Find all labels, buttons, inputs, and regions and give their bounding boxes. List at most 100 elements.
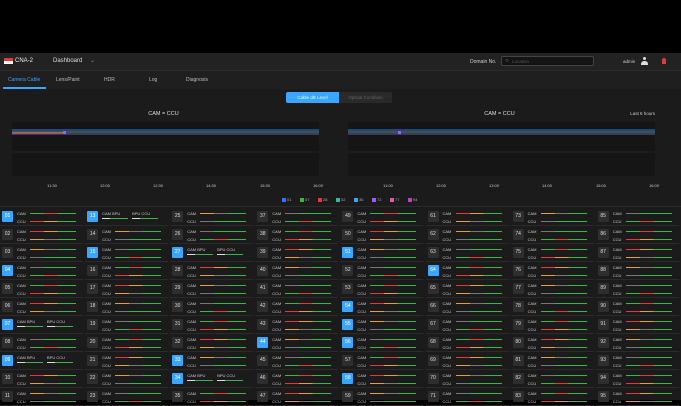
camera-cell[interactable]: 71 CAM CCU [425,389,509,406]
camera-number-badge[interactable]: 40 [257,265,269,276]
user-icon[interactable] [641,57,648,65]
camera-number-badge[interactable]: 54 [342,301,354,312]
legend-item[interactable]: 01 [282,197,291,202]
camera-cell[interactable]: 01 CAM CCU [0,209,84,226]
camera-number-badge[interactable]: 28 [172,265,184,276]
camera-number-badge[interactable]: 47 [257,391,269,402]
domain-search-input[interactable]: ○ Location [501,56,594,66]
camera-cell[interactable]: 41 CAM CCU [255,281,339,298]
chevron-down-icon[interactable]: ⌄ [90,57,95,64]
camera-cell[interactable]: 82 CAM CCU [510,371,594,388]
camera-cell[interactable]: 80 CAM CCU [510,335,594,352]
legend-item[interactable]: 32 [336,197,345,202]
camera-number-badge[interactable]: 19 [87,319,99,330]
camera-number-badge[interactable]: 73 [512,211,524,222]
camera-number-badge[interactable]: 92 [597,337,609,348]
camera-number-badge[interactable]: 80 [512,337,524,348]
camera-number-badge[interactable]: 04 [2,265,13,276]
camera-cell[interactable]: 63 CAM CCU [425,245,509,262]
legend-item[interactable]: 94 [408,197,417,202]
camera-number-badge[interactable]: 79 [512,319,524,330]
camera-number-badge[interactable]: 07 [2,319,13,330]
camera-number-badge[interactable]: 21 [87,355,99,366]
camera-number-badge[interactable]: 06 [2,301,13,312]
camera-number-badge[interactable]: 14 [87,229,99,240]
camera-cell[interactable]: 29 CAM CCU [170,281,254,298]
camera-number-badge[interactable]: 09 [2,355,13,366]
camera-number-badge[interactable]: 93 [597,355,609,366]
camera-cell[interactable]: 46 CAM CCU [255,371,339,388]
camera-number-badge[interactable]: 86 [597,229,609,240]
camera-number-badge[interactable]: 63 [427,247,439,258]
toggle-cable-db[interactable]: Cable dB Level [286,92,339,103]
camera-cell[interactable]: 10 CAM CCU [0,371,84,388]
camera-cell[interactable]: 56 CAM CCU [340,335,424,352]
camera-cell[interactable]: 62 CAM CCU [425,227,509,244]
camera-number-badge[interactable]: 57 [342,355,354,366]
camera-cell[interactable]: 32 CAM CCU [170,335,254,352]
camera-cell[interactable]: 27 CAM BPU BPU CCU [170,245,254,262]
camera-number-badge[interactable]: 88 [597,265,609,276]
camera-cell[interactable]: 25 CAM CCU [170,209,254,226]
camera-cell[interactable]: 92 CAM CCU [595,335,679,352]
legend-item[interactable]: 77 [390,197,399,202]
camera-cell[interactable]: 55 CAM CCU [340,317,424,334]
camera-cell[interactable]: 06 CAM CCU [0,299,84,316]
camera-cell[interactable]: 52 CAM CCU [340,263,424,280]
camera-number-badge[interactable]: 45 [257,355,269,366]
camera-number-badge[interactable]: 53 [342,283,354,294]
camera-number-badge[interactable]: 75 [512,247,524,258]
camera-number-badge[interactable]: 41 [257,283,269,294]
camera-number-badge[interactable]: 50 [342,229,354,240]
camera-cell[interactable]: 19 CAM CCU [85,317,169,334]
camera-number-badge[interactable]: 11 [2,391,13,402]
legend-item[interactable]: 36 [354,197,363,202]
tab-lens-paint[interactable]: Lens/Paint [56,77,80,83]
camera-cell[interactable]: 79 CAM CCU [510,317,594,334]
camera-cell[interactable]: 57 CAM CCU [340,353,424,370]
camera-cell[interactable]: 16 CAM CCU [85,263,169,280]
camera-number-badge[interactable]: 30 [172,301,184,312]
camera-number-badge[interactable]: 16 [87,265,99,276]
tab-hdr[interactable]: HDR [104,77,115,83]
camera-number-badge[interactable]: 61 [427,211,439,222]
camera-number-badge[interactable]: 49 [342,211,354,222]
camera-cell[interactable]: 34 CAM BPU BPU CCU [170,371,254,388]
camera-cell[interactable]: 15 CAM CCU [85,245,169,262]
camera-cell[interactable]: 42 CAM CCU [255,299,339,316]
camera-cell[interactable]: 61 CAM CCU [425,209,509,226]
camera-number-badge[interactable]: 38 [257,229,269,240]
camera-number-badge[interactable]: 46 [257,373,269,384]
camera-number-badge[interactable]: 32 [172,337,184,348]
tab-log[interactable]: Log [149,77,157,83]
camera-cell[interactable]: 43 CAM CCU [255,317,339,334]
camera-number-badge[interactable]: 89 [597,283,609,294]
user-name[interactable]: admin [623,59,635,64]
camera-number-badge[interactable]: 10 [2,373,13,384]
camera-cell[interactable]: 67 CAM CCU [425,317,509,334]
camera-number-badge[interactable]: 83 [512,391,524,402]
camera-number-badge[interactable]: 62 [427,229,439,240]
camera-number-badge[interactable]: 64 [427,265,439,276]
camera-number-badge[interactable]: 22 [87,373,99,384]
camera-number-badge[interactable]: 17 [87,283,99,294]
camera-cell[interactable]: 38 CAM CCU [255,227,339,244]
camera-number-badge[interactable]: 35 [172,391,184,402]
camera-cell[interactable]: 54 CAM CCU [340,299,424,316]
camera-cell[interactable]: 14 CAM CCU [85,227,169,244]
camera-cell[interactable]: 87 CAM CCU [595,245,679,262]
camera-cell[interactable]: 73 CAM CCU [510,209,594,226]
camera-number-badge[interactable]: 31 [172,319,184,330]
camera-number-badge[interactable]: 85 [597,211,609,222]
camera-number-badge[interactable]: 82 [512,373,524,384]
camera-cell[interactable]: 11 CAM CCU [0,389,84,406]
camera-cell[interactable]: 81 CAM CCU [510,353,594,370]
camera-cell[interactable]: 74 CAM CCU [510,227,594,244]
camera-cell[interactable]: 50 CAM CCU [340,227,424,244]
section-dropdown-label[interactable]: Dashboard [53,58,82,64]
camera-cell[interactable]: 85 CAM CCU [595,209,679,226]
camera-cell[interactable]: 09 CAM BPU BPU CCU [0,353,84,370]
camera-number-badge[interactable]: 02 [2,229,13,240]
tab-diagnosis[interactable]: Diagnosis [186,77,208,83]
legend-item[interactable]: 07 [300,197,309,202]
